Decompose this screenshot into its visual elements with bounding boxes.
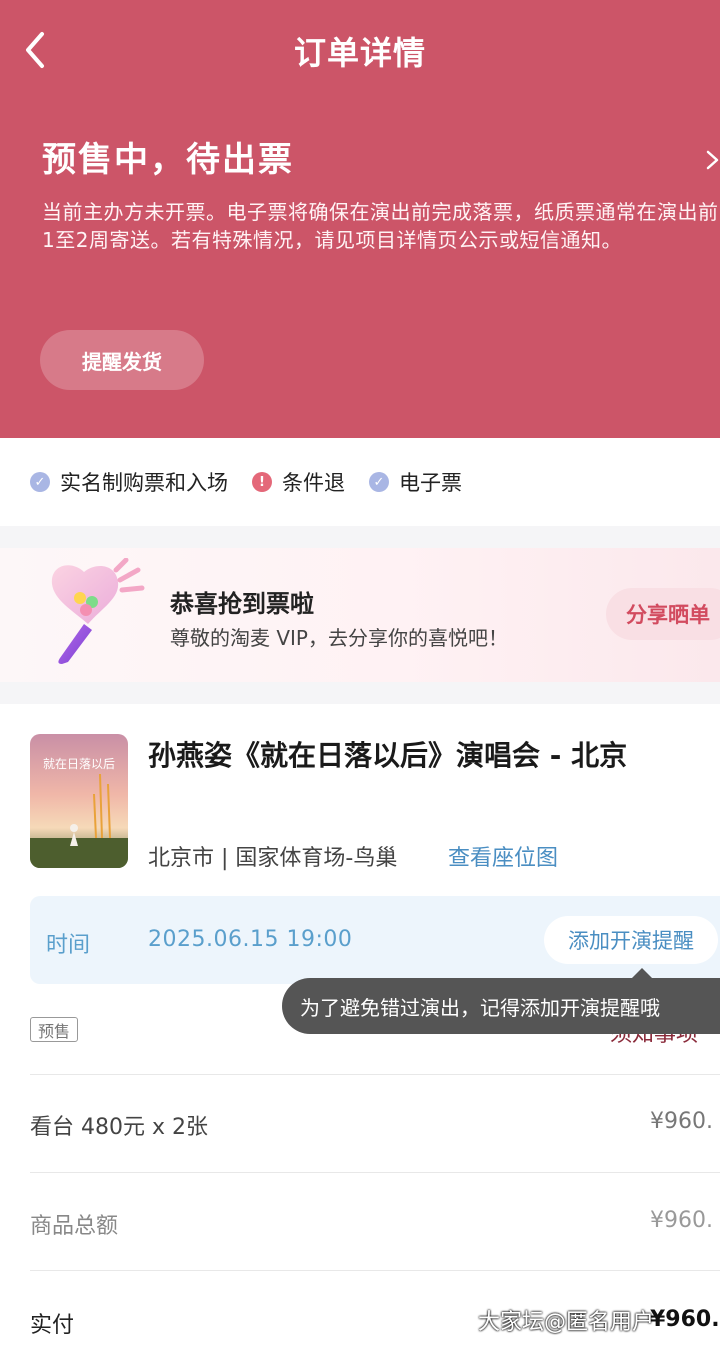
check-icon: ✓ [30, 472, 50, 492]
check-icon: ✓ [369, 472, 389, 492]
subtotal-label: 商品总额 [30, 1214, 119, 1239]
exclamation-icon: ! [252, 472, 272, 492]
presale-badge: 预售 [30, 1017, 79, 1042]
order-status-title: 预售中，待出票 [42, 140, 294, 180]
watermark-text: 大家坛@匿名用户 [478, 1310, 655, 1335]
tag-label: 实名制购票和入场 [60, 471, 228, 495]
tag-e-ticket[interactable]: ✓ 电子票 [369, 467, 462, 497]
ticket-line-label: 看台 480元 x 2张 [30, 1115, 208, 1140]
lightstick-heart-icon [51, 558, 145, 664]
ticket-tags-row: ✓ 实名制购票和入场 ! 条件退 ✓ 电子票 [0, 438, 720, 526]
share-button[interactable]: 分享晒单 [606, 588, 720, 640]
paid-label: 实付 [30, 1313, 75, 1338]
banner-subtitle: 尊敬的淘麦 VIP，去分享你的喜悦吧！ [170, 626, 508, 650]
banner-title: 恭喜抢到票啦 [170, 590, 314, 618]
chevron-right-icon[interactable] [704, 146, 720, 174]
poster-image: 就在日落以后 [30, 734, 128, 868]
section-divider [0, 682, 720, 704]
remind-shipping-button[interactable]: 提醒发货 [40, 330, 204, 390]
tooltip-arrow [632, 968, 652, 978]
tag-label: 条件退 [282, 471, 345, 495]
order-status-description: 当前主办方未开票。电子票将确保在演出前完成落票，纸质票通常在演出前1至2周寄送。… [42, 200, 719, 252]
subtotal-value: ¥960. [650, 1208, 713, 1233]
time-value: 2025.06.15 19:00 [148, 927, 353, 952]
tag-real-name[interactable]: ✓ 实名制购票和入场 [30, 467, 228, 497]
show-info-card: 就在日落以后 孙燕姿《就在日落以后》演唱会 - 北京 北京市 | 国家体育场-鸟… [0, 704, 720, 1347]
reminder-tooltip[interactable]: 为了避免错过演出，记得添加开演提醒哦 [282, 978, 720, 1034]
share-banner: 恭喜抢到票啦 尊敬的淘麦 VIP，去分享你的喜悦吧！ 分享晒单 [0, 548, 720, 682]
venue-text: 北京市 | 国家体育场-鸟巢 [148, 846, 398, 871]
order-status-panel: 订单详情 预售中，待出票 当前主办方未开票。电子票将确保在演出前完成落票，纸质票… [0, 0, 720, 438]
add-show-reminder-button[interactable]: 添加开演提醒 [544, 916, 718, 964]
page-title: 订单详情 [293, 34, 426, 72]
seat-map-link[interactable]: 查看座位图 [448, 840, 558, 872]
section-divider [0, 526, 720, 548]
ticket-line-value: ¥960. [650, 1109, 713, 1134]
paid-value: ¥960. [650, 1307, 720, 1332]
tag-label: 电子票 [399, 471, 462, 495]
row-divider [30, 1270, 720, 1271]
time-label: 时间 [46, 933, 91, 958]
show-time-box: 时间 2025.06.15 19:00 添加开演提醒 [30, 896, 720, 984]
show-title[interactable]: 孙燕姿《就在日落以后》演唱会 - 北京 [148, 734, 708, 774]
row-divider [30, 1074, 720, 1075]
show-poster[interactable]: 就在日落以后 [30, 734, 128, 868]
row-divider [30, 1172, 720, 1173]
tag-conditional-refund[interactable]: ! 条件退 [252, 467, 345, 497]
poster-title: 就在日落以后 [43, 757, 115, 771]
